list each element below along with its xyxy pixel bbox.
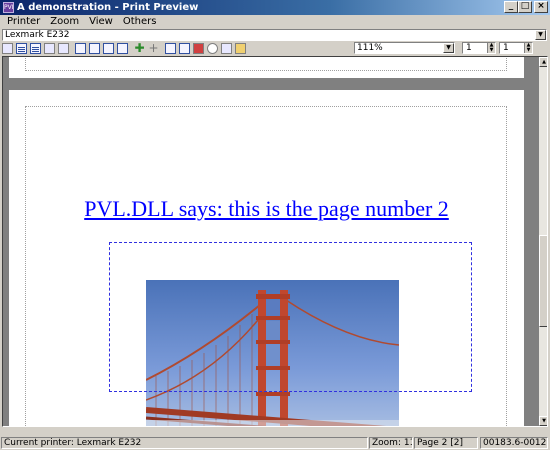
scroll-thumb[interactable] [539, 235, 547, 327]
printer-select[interactable]: Lexmark E232 ▼ [2, 29, 547, 41]
page-spinner-2[interactable]: 1 ▲ ▼ [499, 42, 533, 54]
dashed-frame [109, 242, 472, 392]
next-page-icon[interactable] [103, 43, 114, 54]
print-icon[interactable] [2, 43, 13, 54]
chevron-down-icon[interactable]: ▼ [535, 30, 546, 40]
print-options-icon[interactable] [44, 43, 55, 54]
scroll-up-icon[interactable]: ▲ [539, 57, 547, 67]
page-setup-2-icon[interactable] [30, 43, 41, 54]
first-page-icon[interactable] [75, 43, 86, 54]
status-page: Page 2 [2] [414, 437, 478, 449]
scroll-down-icon[interactable]: ▼ [539, 416, 547, 426]
page-spinner-2-value: 1 [503, 43, 509, 53]
zoom-select[interactable]: 111% ▼ [354, 42, 455, 54]
maximize-icon[interactable]: □ [518, 1, 532, 13]
vertical-scrollbar[interactable]: ▲ ▼ [539, 57, 547, 426]
status-zoom: Zoom: 111% [369, 437, 413, 449]
two-pages-icon[interactable] [179, 43, 190, 54]
preview-page-2: PVL.DLL says: this is the page number 2 [9, 90, 524, 426]
page-heading: PVL.DLL says: this is the page number 2 [84, 196, 449, 221]
spinner-arrows-icon[interactable]: ▲ ▼ [524, 43, 532, 53]
minimize-icon[interactable]: _ [504, 1, 518, 13]
page-setup-icon[interactable] [16, 43, 27, 54]
status-bar: Current printer: Lexmark E232 Zoom: 111%… [0, 436, 550, 450]
add-icon[interactable]: ✚ [134, 42, 145, 54]
window-title: A demonstration - Print Preview [17, 2, 199, 13]
zoom-select-value: 111% [357, 43, 383, 53]
printer-select-value: Lexmark E232 [5, 30, 70, 40]
chevron-down-icon[interactable]: ▼ [443, 43, 454, 53]
menu-printer[interactable]: Printer [2, 16, 45, 27]
page-spinner-1[interactable]: 1 ▲ ▼ [462, 42, 496, 54]
preview-page-1 [9, 57, 524, 78]
menu-bar: Printer Zoom View Others [0, 15, 550, 28]
ruler-icon[interactable] [221, 43, 232, 54]
color-icon[interactable] [193, 43, 204, 54]
properties-icon[interactable] [58, 43, 69, 54]
close-icon[interactable]: × [534, 1, 548, 13]
window-controls: _ □ × [504, 1, 548, 13]
zoom-icon[interactable] [207, 43, 218, 54]
menu-zoom[interactable]: Zoom [45, 16, 84, 27]
last-page-icon[interactable] [117, 43, 128, 54]
plus-yellow-icon[interactable] [235, 43, 246, 54]
add-grey-icon[interactable]: + [148, 42, 159, 54]
title-bar: PVL A demonstration - Print Preview _ □ … [0, 0, 550, 15]
preview-viewport[interactable]: PVL.DLL says: this is the page number 2 [2, 56, 548, 427]
app-icon: PVL [3, 2, 14, 13]
status-printer: Current printer: Lexmark E232 [1, 437, 368, 449]
single-page-icon[interactable] [165, 43, 176, 54]
prev-page-icon[interactable] [89, 43, 100, 54]
page-spinner-1-value: 1 [466, 43, 472, 53]
spinner-arrows-icon[interactable]: ▲ ▼ [487, 43, 495, 53]
page-margin [25, 57, 507, 71]
menu-others[interactable]: Others [118, 16, 162, 27]
status-coords: 00183.6-00120.3 [480, 437, 548, 449]
menu-view[interactable]: View [84, 16, 118, 27]
